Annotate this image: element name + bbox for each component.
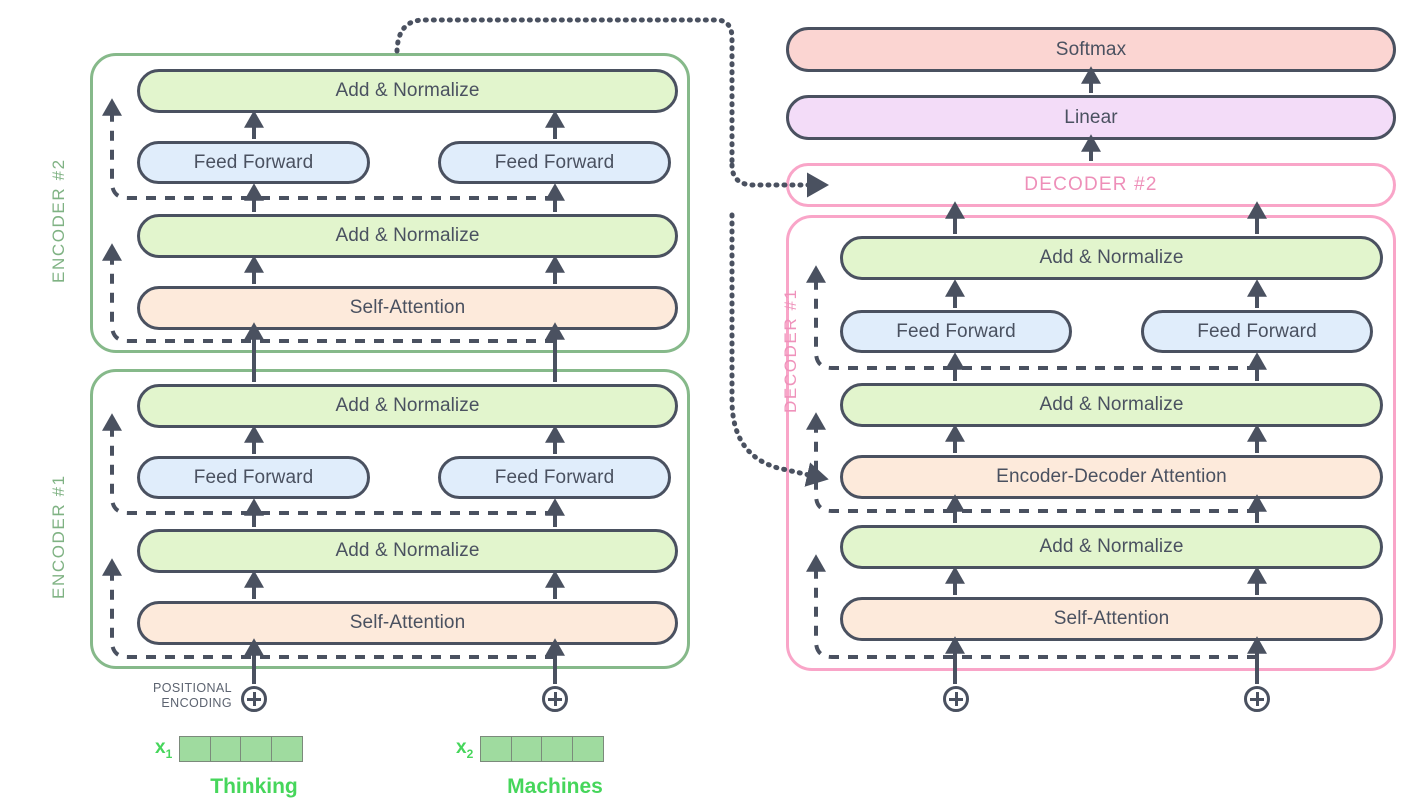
linear-block: Linear xyxy=(786,95,1396,140)
embedding-tag-1: x1 xyxy=(155,737,173,761)
embedding-cells-1 xyxy=(179,736,303,762)
softmax-block: Softmax xyxy=(786,27,1396,72)
decoder1-feed-forward-left: Feed Forward xyxy=(840,310,1072,353)
embedding-cell xyxy=(270,736,303,762)
embedding-row-2: x2 xyxy=(456,736,604,762)
embedding-cell xyxy=(571,736,604,762)
positional-encoding-line2: ENCODING xyxy=(161,696,232,710)
embedding-cell xyxy=(209,736,242,762)
plus-circle-icon-enc-1 xyxy=(241,686,267,712)
encoder1-feed-forward-left: Feed Forward xyxy=(137,456,370,499)
encoder1-feed-forward-right: Feed Forward xyxy=(438,456,671,499)
encoder2-self-attention: Self-Attention xyxy=(137,286,678,330)
embedding-index-2: 2 xyxy=(466,746,474,761)
plus-circle-icon-dec-2 xyxy=(1244,686,1270,712)
encoder2-feed-forward-right: Feed Forward xyxy=(438,141,671,184)
decoder1-feed-forward-right: Feed Forward xyxy=(1141,310,1373,353)
decoder-1-label: DECODER #1 xyxy=(781,288,800,413)
plus-circle-icon-enc-2 xyxy=(542,686,568,712)
embedding-row-1: x1 xyxy=(155,736,303,762)
encoder1-mid-add-normalize: Add & Normalize xyxy=(137,529,678,573)
embedding-tag-2: x2 xyxy=(456,737,474,761)
transformer-diagram: ENCODER #2 Add & Normalize Feed Forward … xyxy=(0,0,1415,804)
encoder1-self-attention: Self-Attention xyxy=(137,601,678,645)
decoder-2-block: DECODER #2 xyxy=(786,163,1396,207)
encoder2-mid-add-normalize: Add & Normalize xyxy=(137,214,678,258)
decoder1-lower-add-normalize: Add & Normalize xyxy=(840,525,1383,569)
decoder1-encoder-decoder-attention: Encoder-Decoder Attention xyxy=(840,455,1383,499)
encoder2-feed-forward-left: Feed Forward xyxy=(137,141,370,184)
decoder1-self-attention: Self-Attention xyxy=(840,597,1383,641)
embedding-cell xyxy=(480,736,513,762)
embedding-cell xyxy=(240,736,273,762)
embedding-index-1: 1 xyxy=(165,746,173,761)
embedding-cells-2 xyxy=(480,736,604,762)
decoder1-top-add-normalize: Add & Normalize xyxy=(840,236,1383,280)
embedding-cell xyxy=(541,736,574,762)
encoder-1-label: ENCODER #1 xyxy=(49,474,68,599)
encoder1-top-add-normalize: Add & Normalize xyxy=(137,384,678,428)
positional-encoding-line1: POSITIONAL xyxy=(152,681,232,695)
positional-encoding-label: POSITIONAL ENCODING xyxy=(132,681,232,711)
plus-circle-icon-dec-1 xyxy=(943,686,969,712)
decoder1-upper-add-normalize: Add & Normalize xyxy=(840,383,1383,427)
encoder-2-label: ENCODER #2 xyxy=(49,158,68,283)
input-word-2: Machines xyxy=(507,775,603,798)
input-word-1: Thinking xyxy=(210,775,298,798)
encoder2-top-add-normalize: Add & Normalize xyxy=(137,69,678,113)
embedding-cell xyxy=(179,736,212,762)
embedding-cell xyxy=(510,736,543,762)
